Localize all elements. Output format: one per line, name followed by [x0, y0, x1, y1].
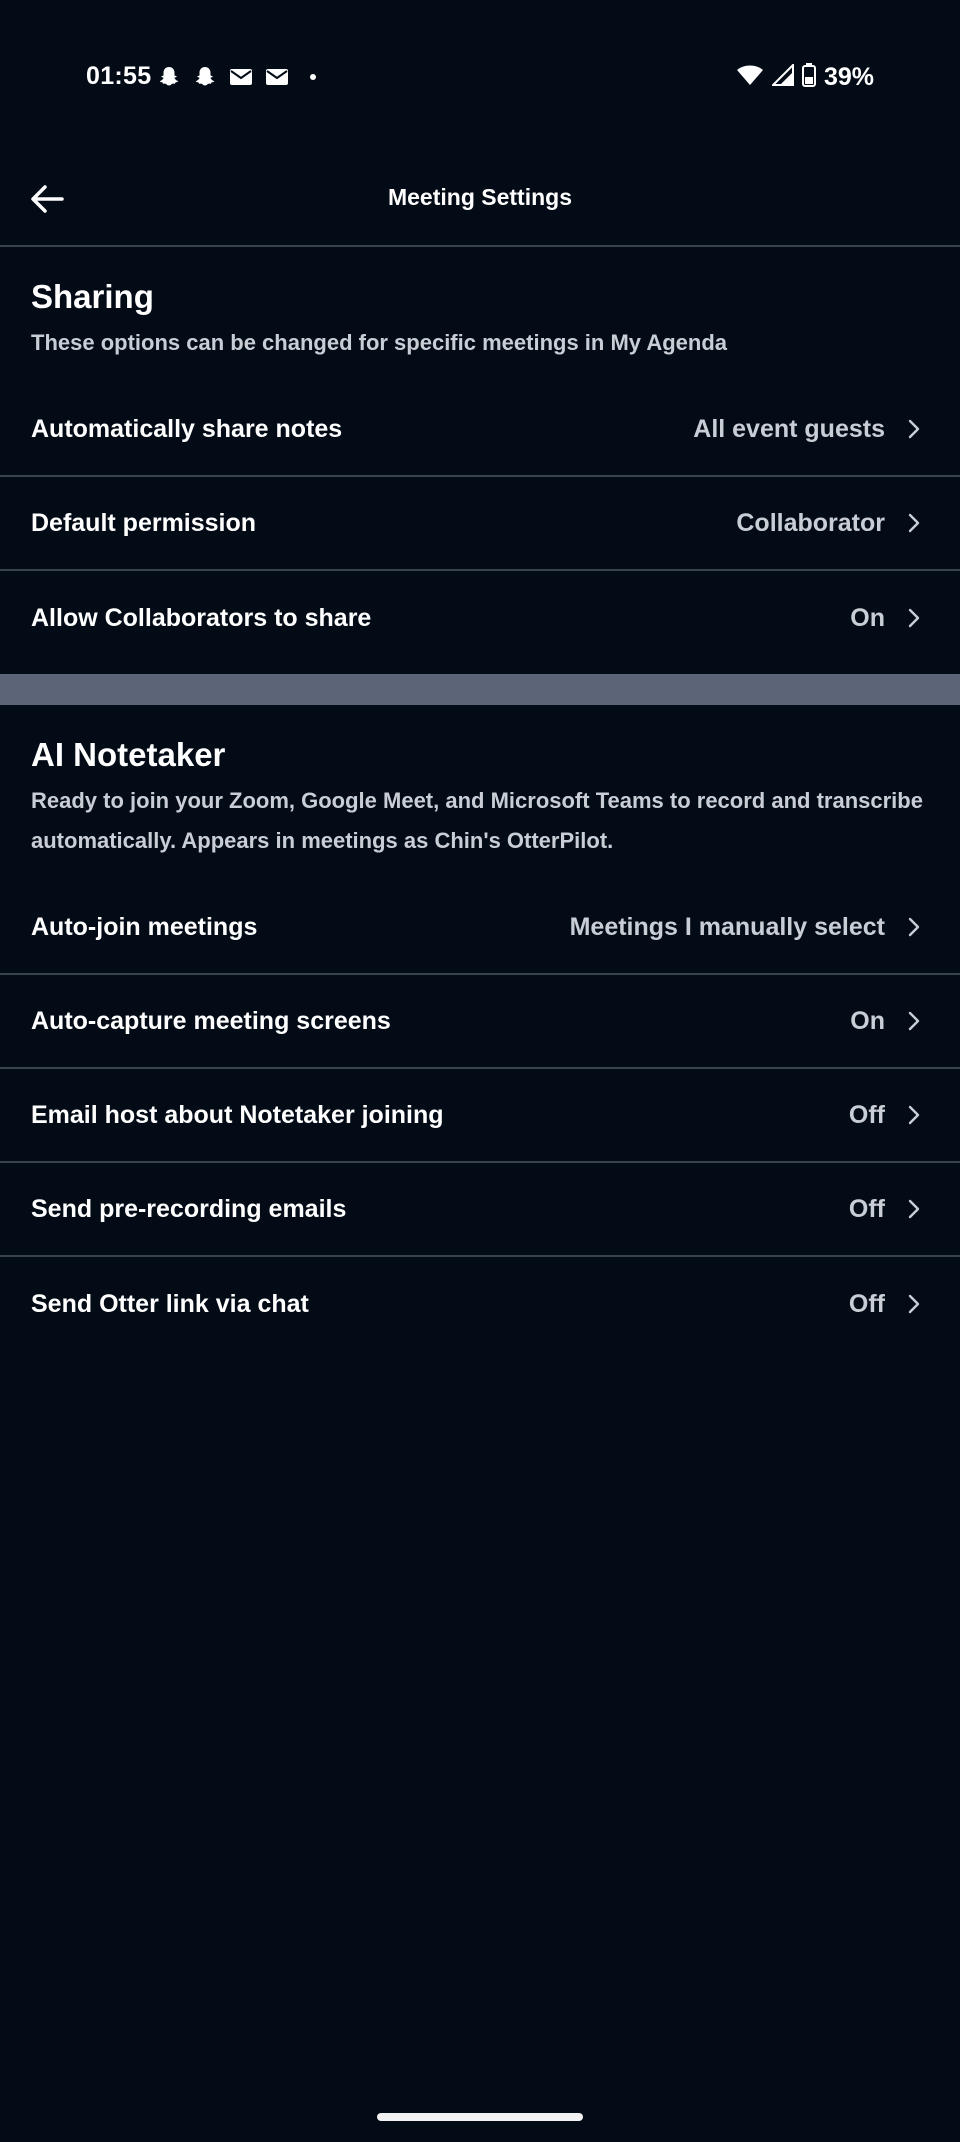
- setting-row-default-permission[interactable]: Default permission Collaborator: [0, 477, 960, 571]
- sharing-section: Sharing These options can be changed for…: [0, 247, 960, 665]
- snapchat-icon: [192, 64, 218, 90]
- signal-icon: [770, 62, 794, 91]
- battery-icon: [801, 62, 816, 92]
- setting-label: Send pre-recording emails: [31, 1194, 347, 1223]
- setting-label: Auto-join meetings: [31, 912, 258, 941]
- snapchat-icon: [156, 64, 182, 90]
- setting-row-email-host[interactable]: Email host about Notetaker joining Off: [0, 1069, 960, 1163]
- setting-row-auto-join[interactable]: Auto-join meetings Meetings I manually s…: [0, 881, 960, 975]
- section-separator: [0, 674, 960, 705]
- setting-value: All event guests: [693, 414, 885, 443]
- notetaker-title: AI Notetaker: [31, 736, 226, 773]
- notetaker-section: AI Notetaker Ready to join your Zoom, Go…: [0, 705, 960, 1351]
- setting-row-allow-collaborators-share[interactable]: Allow Collaborators to share On: [0, 571, 960, 665]
- chevron-right-icon: [907, 607, 921, 629]
- notetaker-rows: Auto-join meetings Meetings I manually s…: [0, 881, 960, 1351]
- sharing-title: Sharing: [31, 278, 154, 315]
- setting-value: Off: [848, 1100, 885, 1129]
- chevron-right-icon: [907, 418, 921, 440]
- setting-label: Email host about Notetaker joining: [31, 1100, 444, 1129]
- setting-label: Default permission: [31, 508, 257, 537]
- chevron-right-icon: [907, 916, 921, 938]
- setting-value: Collaborator: [736, 508, 885, 537]
- chevron-right-icon: [907, 1198, 921, 1220]
- chevron-right-icon: [907, 1010, 921, 1032]
- setting-value: Off: [848, 1289, 885, 1318]
- app-bar: Meeting Settings: [0, 150, 960, 247]
- setting-row-auto-share-notes[interactable]: Automatically share notes All event gues…: [0, 383, 960, 477]
- setting-label: Send Otter link via chat: [31, 1289, 309, 1318]
- setting-value: On: [850, 603, 885, 632]
- setting-label: Automatically share notes: [31, 414, 343, 443]
- chevron-right-icon: [907, 1104, 921, 1126]
- page-title: Meeting Settings: [387, 184, 572, 210]
- setting-row-auto-capture[interactable]: Auto-capture meeting screens On: [0, 975, 960, 1069]
- setting-value: Off: [848, 1194, 885, 1223]
- system-status: 39%: [736, 62, 874, 92]
- home-indicator[interactable]: [377, 2113, 583, 2121]
- status-bar: 01:55 39%: [0, 0, 960, 150]
- notetaker-description: Ready to join your Zoom, Google Meet, an…: [31, 788, 923, 853]
- wifi-icon: [736, 63, 764, 92]
- setting-label: Auto-capture meeting screens: [31, 1006, 391, 1035]
- battery-percent: 39%: [823, 62, 874, 91]
- setting-value: On: [850, 1006, 885, 1035]
- status-time: 01:55: [86, 62, 152, 90]
- setting-label: Allow Collaborators to share: [31, 603, 372, 632]
- sharing-description: These options can be changed for specifi…: [31, 330, 727, 355]
- setting-row-otter-link-chat[interactable]: Send Otter link via chat Off: [0, 1257, 960, 1351]
- setting-row-pre-recording-emails[interactable]: Send pre-recording emails Off: [0, 1163, 960, 1257]
- mail-icon: [264, 64, 290, 90]
- setting-value: Meetings I manually select: [569, 912, 885, 941]
- mail-icon: [228, 64, 254, 90]
- sharing-rows: Automatically share notes All event gues…: [0, 383, 960, 665]
- chevron-right-icon: [907, 512, 921, 534]
- chevron-right-icon: [907, 1293, 921, 1315]
- notification-icons: [156, 62, 326, 92]
- dot-icon: [300, 64, 326, 90]
